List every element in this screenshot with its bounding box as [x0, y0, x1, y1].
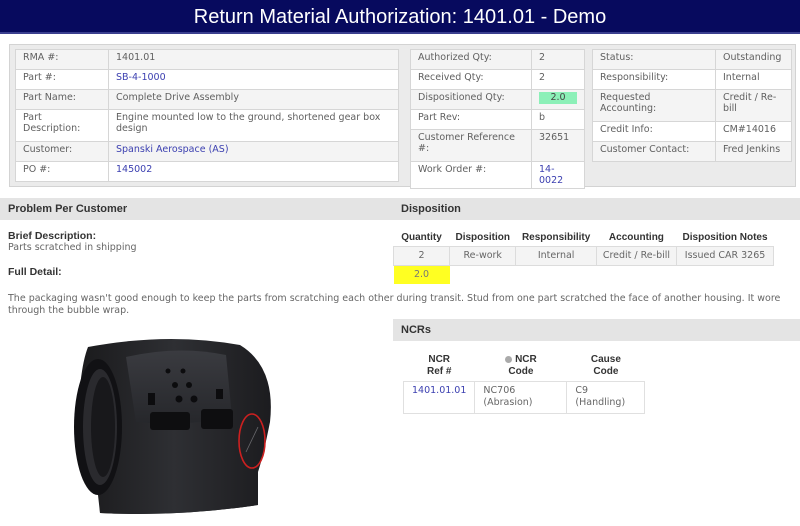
work-order-link[interactable]: 14-0022	[539, 164, 563, 186]
customer-reference-value: 32651	[531, 129, 585, 162]
field-label: Part Rev:	[410, 109, 532, 130]
brief-description-value: Parts scratched in shipping	[8, 242, 137, 253]
info-row-part-description: Part Description: Engine mounted low to …	[15, 109, 399, 142]
field-label: Status:	[592, 49, 716, 70]
field-label: Credit Info:	[592, 121, 716, 142]
ncr-table: NCR Ref # NCR Code Cause Code 1401.01.01…	[402, 351, 646, 414]
part-housing-image	[74, 338, 271, 514]
info-row-rma-number: RMA #: 1401.01	[15, 49, 399, 70]
field-label: Requested Accounting:	[592, 89, 716, 122]
accounting-cell: Credit / Re-bill	[595, 245, 678, 266]
column-header-cause-code: Cause Code	[590, 353, 621, 377]
info-row-credit-info: Credit Info: CM#14016	[592, 121, 792, 142]
ncr-header-row: NCR Ref # NCR Code Cause Code	[404, 351, 645, 381]
credit-info-value: CM#14016	[715, 121, 792, 142]
part-rev-value: b	[531, 109, 585, 130]
page-title: Return Material Authorization: 1401.01 -…	[0, 0, 800, 34]
part-number-link[interactable]: SB-4-1000	[116, 72, 166, 83]
disposition-header-row: Quantity Disposition Responsibility Acco…	[394, 230, 774, 246]
table-row: 1401.01.01 NC706 (Abrasion) C9 (Handling…	[402, 380, 646, 414]
rma-number-value: 1401.01	[108, 49, 399, 70]
disposition-notes-cell: Issued CAR 3265	[676, 245, 775, 266]
column-header-disposition-notes: Disposition Notes	[682, 232, 768, 244]
status-value: Outstanding	[715, 49, 792, 70]
field-label: Dispositioned Qty:	[410, 89, 532, 110]
rma-info-panel: RMA #: 1401.01 Part #: SB-4-1000 Part Na…	[9, 44, 796, 189]
field-label: Authorized Qty:	[410, 49, 532, 70]
brief-description-label: Brief Description:	[8, 230, 97, 242]
po-number-link[interactable]: 145002	[116, 164, 152, 175]
ncrs-section-header: NCRs	[393, 319, 800, 341]
column-header-accounting: Accounting	[608, 232, 664, 244]
column-header-responsibility: Responsibility	[521, 232, 591, 244]
responsibility-value: Internal	[715, 69, 792, 90]
requested-accounting-value: Credit / Re-bill	[715, 89, 792, 122]
part-description-value: Engine mounted low to the ground, shorte…	[108, 109, 399, 142]
status-table: Status: Outstanding Responsibility: Inte…	[592, 49, 792, 162]
info-row-work-order: Work Order #: 14-0022	[410, 161, 585, 189]
part-photo	[8, 327, 328, 523]
info-row-requested-accounting: Requested Accounting: Credit / Re-bill	[592, 89, 792, 122]
field-label: Customer:	[15, 141, 109, 162]
disposition-table: Quantity Disposition Responsibility Acco…	[393, 230, 775, 284]
field-label: Part #:	[15, 69, 109, 90]
disposition-total-row: 2.0	[393, 265, 774, 284]
disposition-cell: Re-work	[448, 245, 517, 266]
disposition-total-quantity: 2.0	[393, 265, 450, 284]
field-label: Part Name:	[15, 89, 109, 110]
dispositioned-qty-badge: 2.0	[539, 92, 577, 104]
field-label: Work Order #:	[410, 161, 532, 189]
info-row-customer-contact: Customer Contact: Fred Jenkins	[592, 141, 792, 162]
ncr-ref-link[interactable]: 1401.01.01	[412, 385, 466, 396]
column-header-disposition: Disposition	[455, 232, 510, 244]
info-icon[interactable]	[505, 355, 513, 363]
info-row-customer: Customer: Spanski Aerospace (AS)	[15, 141, 399, 162]
info-row-part-rev: Part Rev: b	[410, 109, 585, 130]
quantity-cell: 2	[393, 245, 450, 266]
problem-section-header: Problem Per Customer	[0, 198, 393, 220]
full-detail-label: Full Detail:	[8, 266, 62, 278]
responsibility-cell: Internal	[515, 245, 597, 266]
info-row-authorized-qty: Authorized Qty: 2	[410, 49, 585, 70]
column-header-ncr-ref: NCR Ref #	[426, 353, 452, 377]
field-label: Responsibility:	[592, 69, 716, 90]
info-row-part-number: Part #: SB-4-1000	[15, 69, 399, 90]
info-row-customer-reference: Customer Reference #: 32651	[410, 129, 585, 162]
info-row-part-name: Part Name: Complete Drive Assembly	[15, 89, 399, 110]
field-label: RMA #:	[15, 49, 109, 70]
authorized-qty-value: 2	[531, 49, 585, 70]
field-label: Customer Contact:	[592, 141, 716, 162]
part-name-value: Complete Drive Assembly	[108, 89, 399, 110]
cause-code-cell: C9 (Handling)	[566, 380, 646, 414]
field-label: Received Qty:	[410, 69, 532, 90]
rma-details-table: RMA #: 1401.01 Part #: SB-4-1000 Part Na…	[15, 49, 399, 182]
field-label: PO #:	[15, 161, 109, 182]
received-qty-value: 2	[531, 69, 585, 90]
disposition-section-header: Disposition	[393, 198, 800, 220]
info-row-responsibility: Responsibility: Internal	[592, 69, 792, 90]
info-row-dispositioned-qty: Dispositioned Qty: 2.0	[410, 89, 585, 110]
info-row-status: Status: Outstanding	[592, 49, 792, 70]
info-row-received-qty: Received Qty: 2	[410, 69, 585, 90]
ncr-code-cell: NC706 (Abrasion)	[474, 380, 568, 414]
customer-contact-value: Fred Jenkins	[715, 141, 792, 162]
table-row: 2 Re-work Internal Credit / Re-bill Issu…	[393, 245, 775, 266]
full-detail-value: The packaging wasn't good enough to keep…	[8, 293, 781, 316]
quantity-table: Authorized Qty: 2 Received Qty: 2 Dispos…	[410, 49, 585, 189]
field-label: Part Description:	[15, 109, 109, 142]
column-header-ncr-code: NCR Code	[475, 351, 567, 381]
info-row-po-number: PO #: 145002	[15, 161, 399, 182]
column-header-quantity: Quantity	[401, 232, 442, 244]
field-label: Customer Reference #:	[410, 129, 532, 162]
customer-link[interactable]: Spanski Aerospace (AS)	[116, 144, 229, 155]
